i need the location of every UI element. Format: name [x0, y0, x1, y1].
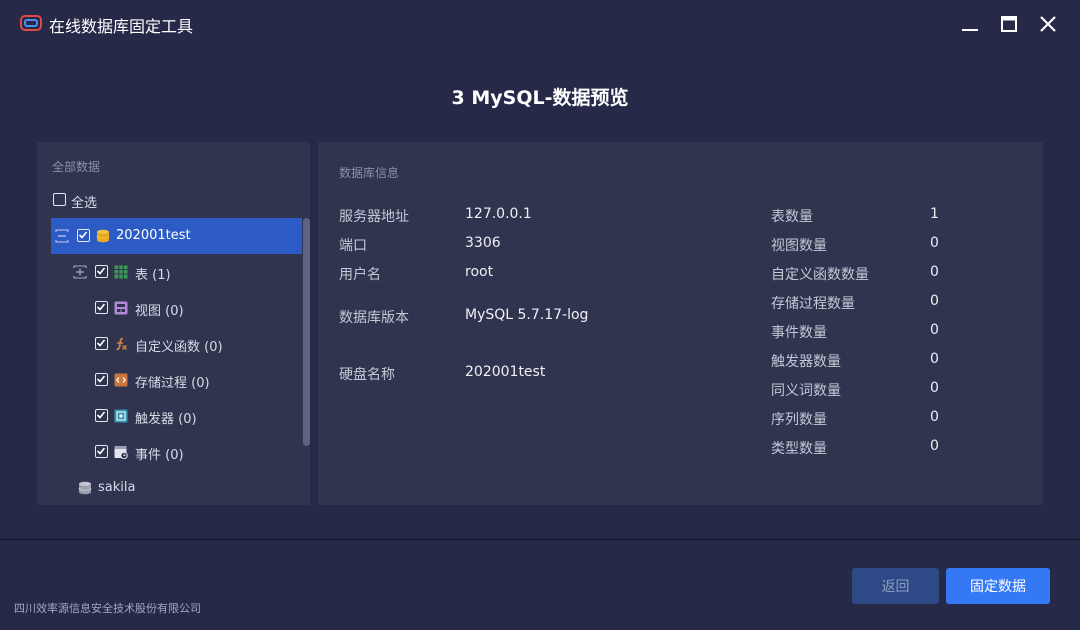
minimize-icon[interactable]: [958, 12, 982, 36]
info-label-function-count: 自定义函数数量: [771, 267, 869, 283]
info-value-function-count: 0: [930, 264, 939, 280]
tree-item-label: 事件 (0): [135, 448, 184, 463]
tree-caption: 全部数据: [52, 160, 101, 174]
info-label-db-version: 数据库版本: [339, 310, 409, 326]
tree-item-label: 触发器 (0): [135, 412, 197, 427]
checkbox-checked-icon[interactable]: [95, 409, 108, 422]
trigger-icon: [114, 409, 128, 423]
back-button[interactable]: 返回: [852, 568, 939, 604]
checkbox-checked-icon[interactable]: [95, 265, 108, 278]
tree-item-label: sakila: [98, 480, 136, 495]
info-value-sequence-count: 0: [930, 409, 939, 425]
info-value-procedure-count: 0: [930, 293, 939, 309]
info-label-port: 端口: [339, 238, 367, 254]
info-label-username: 用户名: [339, 267, 381, 283]
maximize-icon[interactable]: [997, 12, 1021, 36]
database-gold-icon: [96, 229, 110, 243]
data-tree-panel: 全部数据 全选 202001test 表 (1) 视图 (0) 自定义函数 (0…: [37, 142, 310, 505]
close-icon[interactable]: [1036, 12, 1060, 36]
tree-item-procedures[interactable]: 存储过程 (0): [51, 362, 302, 398]
collapse-icon[interactable]: [55, 229, 69, 243]
info-value-db-version: MySQL 5.7.17-log: [465, 307, 589, 323]
tree-item-label: 存储过程 (0): [135, 376, 210, 391]
tree-item-events[interactable]: 事件 (0): [51, 434, 302, 470]
fix-data-button[interactable]: 固定数据: [946, 568, 1050, 604]
info-value-table-count: 1: [930, 206, 939, 222]
tree-item-label: 自定义函数 (0): [135, 340, 223, 355]
info-value-disk-name: 202001test: [465, 364, 546, 380]
info-value-trigger-count: 0: [930, 351, 939, 367]
checkbox-checked-icon[interactable]: [95, 373, 108, 386]
window-title: 在线数据库固定工具: [49, 17, 194, 36]
checkbox-checked-icon[interactable]: [95, 337, 108, 350]
info-label-type-count: 类型数量: [771, 441, 827, 457]
select-all-label: 全选: [71, 196, 98, 211]
info-label-sequence-count: 序列数量: [771, 412, 827, 428]
info-value-event-count: 0: [930, 322, 939, 338]
database-gray-icon: [78, 481, 92, 495]
view-icon: [114, 301, 128, 315]
tree-item-views[interactable]: 视图 (0): [51, 290, 302, 326]
expand-icon[interactable]: [73, 265, 87, 279]
checkbox-unchecked-icon[interactable]: [53, 193, 66, 206]
database-info-panel: 数据库信息 服务器地址 127.0.0.1 端口 3306 用户名 root 数…: [318, 142, 1043, 505]
table-icon: [114, 265, 128, 279]
procedure-icon: [114, 373, 128, 387]
tree-scrollbar-thumb[interactable]: [303, 218, 310, 446]
info-label-procedure-count: 存储过程数量: [771, 296, 855, 312]
tree-item-functions[interactable]: 自定义函数 (0): [51, 326, 302, 362]
checkbox-checked-icon[interactable]: [95, 445, 108, 458]
info-label-event-count: 事件数量: [771, 325, 827, 341]
info-label-trigger-count: 触发器数量: [771, 354, 841, 370]
info-value-server-address: 127.0.0.1: [465, 206, 532, 222]
info-value-view-count: 0: [930, 235, 939, 251]
tree-item-tables[interactable]: 表 (1): [51, 254, 302, 290]
footer-divider: [0, 539, 1080, 540]
tree-item-db-202001test[interactable]: 202001test: [51, 218, 302, 254]
tree-item-db-sakila[interactable]: sakila: [51, 470, 302, 505]
info-label-server-address: 服务器地址: [339, 209, 409, 225]
tree-item-label: 视图 (0): [135, 304, 184, 319]
event-icon: [114, 446, 128, 459]
title-bar: 在线数据库固定工具: [0, 0, 1080, 48]
tree-item-label: 202001test: [116, 228, 191, 243]
tree-scrollbar[interactable]: [302, 218, 310, 446]
tree-item-triggers[interactable]: 触发器 (0): [51, 398, 302, 434]
info-value-type-count: 0: [930, 438, 939, 454]
info-value-port: 3306: [465, 235, 501, 251]
info-label-disk-name: 硬盘名称: [339, 367, 395, 383]
checkbox-checked-icon[interactable]: [95, 301, 108, 314]
company-name: 四川效率源信息安全技术股份有限公司: [14, 602, 201, 615]
info-label-synonym-count: 同义词数量: [771, 383, 841, 399]
checkbox-checked-icon[interactable]: [77, 229, 90, 242]
app-logo-icon: [20, 15, 42, 31]
info-caption: 数据库信息: [339, 166, 400, 180]
info-value-synonym-count: 0: [930, 380, 939, 396]
function-icon: [116, 337, 127, 351]
info-label-view-count: 视图数量: [771, 238, 827, 254]
step-title: 3 MySQL-数据预览: [451, 87, 629, 109]
tree-item-label: 表 (1): [135, 268, 171, 283]
info-value-username: root: [465, 264, 494, 280]
info-label-table-count: 表数量: [771, 209, 813, 225]
